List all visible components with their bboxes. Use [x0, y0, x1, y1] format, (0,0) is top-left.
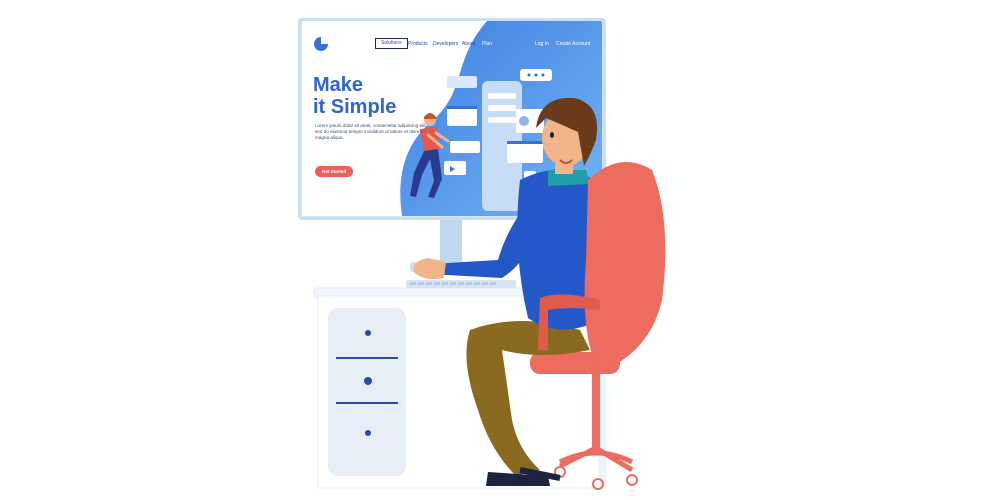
office-chair [530, 352, 638, 490]
chair-back [584, 162, 666, 372]
person-head [536, 97, 598, 174]
person-illustration [413, 97, 666, 490]
illustration-scene: Solutions Products Developers About Plan… [0, 0, 1000, 500]
